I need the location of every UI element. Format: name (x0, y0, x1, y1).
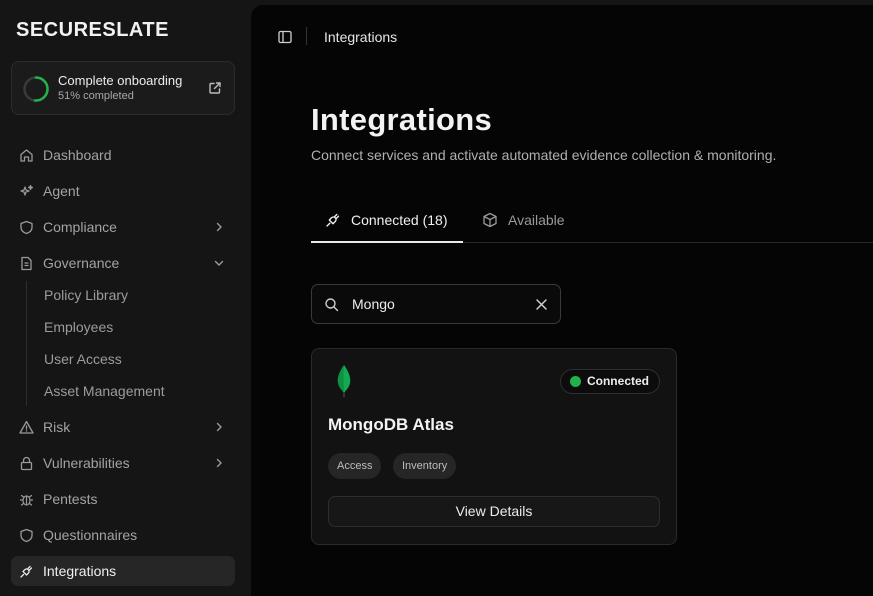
shield-icon (20, 220, 33, 235)
chevron-right-icon (216, 422, 222, 432)
sidebar-subitem-employees[interactable]: Employees (44, 319, 113, 335)
integration-name: MongoDB Atlas (328, 415, 454, 434)
submenu-divider (26, 281, 27, 406)
home-icon (20, 149, 33, 162)
search-icon (325, 298, 339, 312)
onboarding-progress-text: 51% completed (58, 90, 134, 102)
sidebar-item-label: Questionnaires (43, 527, 138, 543)
close-icon[interactable] (535, 298, 548, 311)
view-details-button[interactable]: View Details (328, 496, 660, 527)
sparkles-icon (20, 184, 34, 196)
sidebar-item-vulnerabilities[interactable]: Vulnerabilities (11, 448, 235, 478)
sidebar-item-compliance[interactable]: Compliance (11, 212, 235, 242)
sidebar-item-questionnaires[interactable]: Questionnaires (11, 520, 235, 550)
sidebar-item-label: Vulnerabilities (43, 455, 130, 471)
status-label: Connected (586, 374, 649, 388)
mongodb-leaf-icon (337, 365, 351, 397)
box-icon (483, 212, 497, 228)
tab-label: Available (508, 212, 565, 228)
sidebar-item-integrations[interactable]: Integrations (11, 556, 235, 586)
tag-access: Access (328, 453, 382, 479)
chevron-right-icon (216, 222, 222, 232)
page-title: Integrations (311, 102, 493, 137)
app-window: SECURESLATE Complete onboarding 51% comp… (0, 0, 873, 596)
sidebar-item-pentests[interactable]: Pentests (11, 484, 235, 514)
search-box[interactable] (311, 284, 561, 324)
status-badge: Connected (559, 369, 660, 394)
sidebar-item-label: Integrations (43, 563, 117, 579)
sidebar-item-risk[interactable]: Risk (11, 412, 235, 442)
chevron-down-icon (214, 260, 224, 266)
sidebar-subitem-user-access[interactable]: User Access (44, 351, 122, 367)
status-dot (569, 376, 581, 387)
topbar-divider (306, 27, 307, 45)
brand-logo[interactable]: SECURESLATE (16, 19, 169, 42)
breadcrumb: Integrations (324, 29, 398, 45)
bug-icon (19, 494, 34, 506)
tag-inventory: Inventory (393, 453, 457, 479)
plug-icon (20, 565, 33, 578)
onboarding-title: Complete onboarding (58, 73, 183, 88)
page-subtitle: Connect services and activate automated … (311, 147, 777, 163)
sidebar-item-label: Agent (43, 183, 80, 199)
sidebar-item-label: Dashboard (43, 147, 112, 163)
external-link-icon[interactable] (208, 81, 222, 95)
tab-active-indicator (311, 241, 463, 243)
integration-card[interactable]: Connected MongoDB Atlas Access Inventory… (311, 348, 677, 545)
lock-icon (20, 456, 33, 471)
sidebar-item-label: Pentests (43, 491, 98, 507)
sidebar-item-agent[interactable]: Agent (11, 176, 235, 206)
onboarding-card[interactable]: Complete onboarding 51% completed (11, 61, 235, 115)
warning-icon (19, 420, 34, 434)
shield-icon (20, 528, 33, 543)
main-panel: Integrations Integrations Connect servic… (251, 5, 873, 596)
sidebar-subitem-policy-library[interactable]: Policy Library (44, 287, 128, 303)
progress-ring-icon (23, 76, 49, 102)
search-input[interactable] (352, 294, 522, 314)
sidebar-item-governance[interactable]: Governance (11, 248, 235, 278)
sidebar-subitem-asset-management[interactable]: Asset Management (44, 383, 165, 399)
sidebar-item-label: Compliance (43, 219, 117, 235)
sidebar-item-label: Governance (43, 255, 120, 271)
document-icon (21, 256, 32, 271)
tab-label: Connected (18) (351, 212, 448, 228)
chevron-right-icon (216, 458, 222, 468)
sidebar-item-label: Risk (43, 419, 71, 435)
sidebar-item-dashboard[interactable]: Dashboard (11, 140, 235, 170)
sidebar: SECURESLATE Complete onboarding 51% comp… (0, 0, 250, 596)
plug-icon (326, 213, 340, 227)
sidebar-toggle-icon[interactable] (278, 30, 292, 44)
